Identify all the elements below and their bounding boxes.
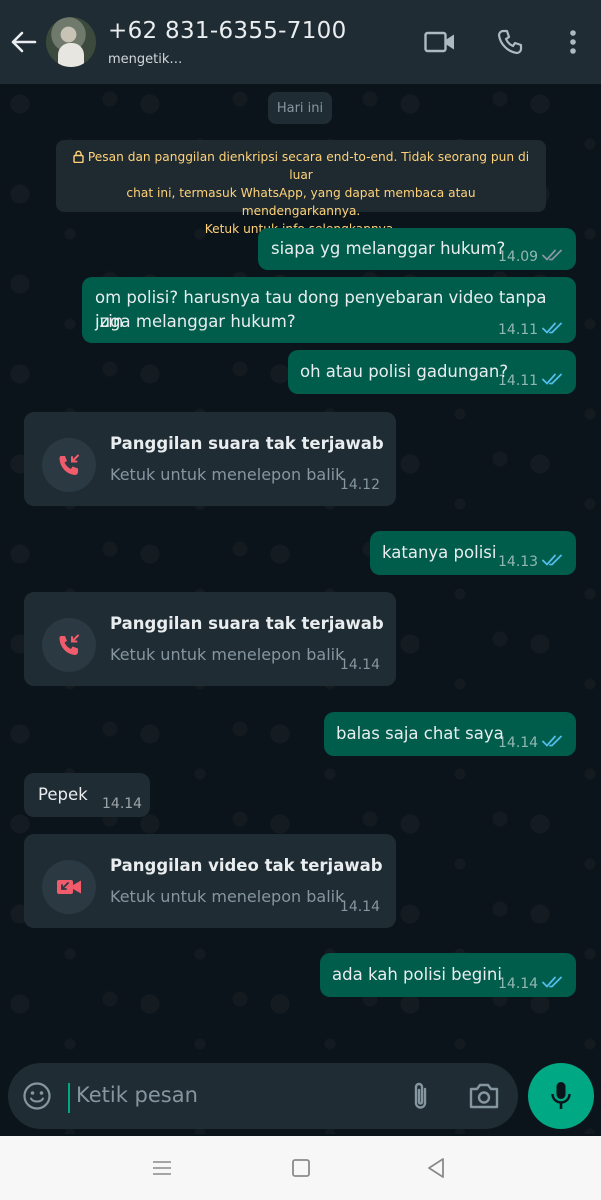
message-time: 14.14 — [498, 976, 539, 992]
call-subtitle: Ketuk untuk menelepon balik — [110, 645, 345, 664]
more-vertical-icon — [570, 30, 576, 54]
system-nav-bar — [0, 1136, 601, 1200]
video-camera-icon — [424, 31, 454, 53]
call-time: 14.14 — [339, 899, 380, 915]
phone-icon — [497, 29, 523, 55]
message-time: 14.14 — [102, 796, 143, 812]
message-time: 14.14 — [498, 735, 539, 751]
read-ticks-icon — [542, 976, 562, 988]
message-time: 14.11 — [498, 373, 539, 389]
voice-call-button[interactable] — [475, 0, 545, 84]
text-cursor — [68, 1083, 70, 1113]
recent-apps-icon[interactable] — [150, 1156, 174, 1180]
encryption-notice[interactable]: Pesan dan panggilan dienkripsi secara en… — [56, 140, 546, 236]
message-text: siapa yg melanggar hukum? — [271, 239, 506, 258]
contact-info[interactable]: +62 831-6355-7100 mengetik… — [108, 18, 347, 67]
call-subtitle: Ketuk untuk menelepon balik — [110, 887, 345, 906]
message-text: balas saja chat saya — [336, 724, 504, 743]
encryption-line-2: chat ini, termasuk WhatsApp, yang dapat … — [126, 186, 476, 218]
microphone-icon — [551, 1082, 571, 1109]
missed-call-card[interactable]: Panggilan suara tak terjawab Ketuk untuk… — [24, 592, 396, 686]
incoming-message[interactable]: Pepek 14.14 — [24, 773, 150, 817]
voice-record-button[interactable] — [528, 1063, 594, 1129]
missed-video-call-icon — [42, 860, 96, 914]
home-icon[interactable] — [289, 1156, 313, 1180]
delivered-ticks-icon — [542, 249, 562, 261]
emoji-icon[interactable] — [22, 1081, 52, 1111]
message-time: 14.13 — [498, 554, 539, 570]
outgoing-message[interactable]: om polisi? harusnya tau dong penyebaran … — [82, 277, 576, 343]
read-ticks-icon — [542, 735, 562, 747]
outgoing-message[interactable]: balas saja chat saya 14.14 — [324, 712, 576, 756]
contact-avatar[interactable] — [46, 17, 96, 67]
message-time: 14.11 — [498, 322, 539, 338]
outgoing-message[interactable]: oh atau polisi gadungan? 14.11 — [288, 350, 576, 394]
missed-call-card[interactable]: Panggilan video tak terjawab Ketuk untuk… — [24, 834, 396, 928]
call-time: 14.14 — [339, 657, 380, 673]
camera-icon[interactable] — [468, 1082, 500, 1110]
typing-status: mengetik… — [108, 51, 183, 67]
attachment-icon[interactable] — [406, 1080, 436, 1112]
chat-header: +62 831-6355-7100 mengetik… — [0, 0, 601, 84]
message-time: 14.09 — [498, 249, 539, 265]
message-text: Pepek — [38, 785, 88, 804]
lock-icon — [73, 150, 84, 163]
more-options-button[interactable] — [545, 0, 601, 84]
call-title: Panggilan video tak terjawab — [110, 856, 383, 875]
message-input[interactable]: Ketik pesan — [8, 1063, 518, 1129]
back-button[interactable] — [2, 0, 46, 84]
message-text: juga melanggar hukum? — [95, 312, 296, 331]
missed-voice-call-icon — [42, 438, 96, 492]
outgoing-message[interactable]: ada kah polisi begini 14.14 — [320, 953, 576, 997]
call-time: 14.12 — [339, 477, 380, 493]
outgoing-message[interactable]: siapa yg melanggar hukum? 14.09 — [258, 228, 576, 270]
missed-voice-call-icon — [42, 618, 96, 672]
composer-bar: Ketik pesan — [0, 1055, 601, 1135]
encryption-line-1: Pesan dan panggilan dienkripsi secara en… — [66, 148, 536, 184]
message-text: ada kah polisi begini — [332, 965, 502, 984]
read-ticks-icon — [542, 373, 562, 385]
back-nav-icon[interactable] — [424, 1156, 448, 1180]
read-ticks-icon — [542, 554, 562, 566]
read-ticks-icon — [542, 322, 562, 334]
date-chip: Hari ini — [268, 92, 332, 124]
back-arrow-icon — [11, 31, 37, 53]
message-text: katanya polisi — [382, 543, 497, 562]
missed-call-card[interactable]: Panggilan suara tak terjawab Ketuk untuk… — [24, 412, 396, 506]
call-title: Panggilan suara tak terjawab — [110, 434, 384, 453]
message-text: oh atau polisi gadungan? — [300, 362, 509, 381]
call-title: Panggilan suara tak terjawab — [110, 614, 384, 633]
call-subtitle: Ketuk untuk menelepon balik — [110, 465, 345, 484]
video-call-button[interactable] — [405, 0, 475, 84]
input-placeholder: Ketik pesan — [76, 1083, 198, 1107]
outgoing-message[interactable]: katanya polisi 14.13 — [370, 531, 576, 575]
contact-name: +62 831-6355-7100 — [108, 17, 347, 44]
